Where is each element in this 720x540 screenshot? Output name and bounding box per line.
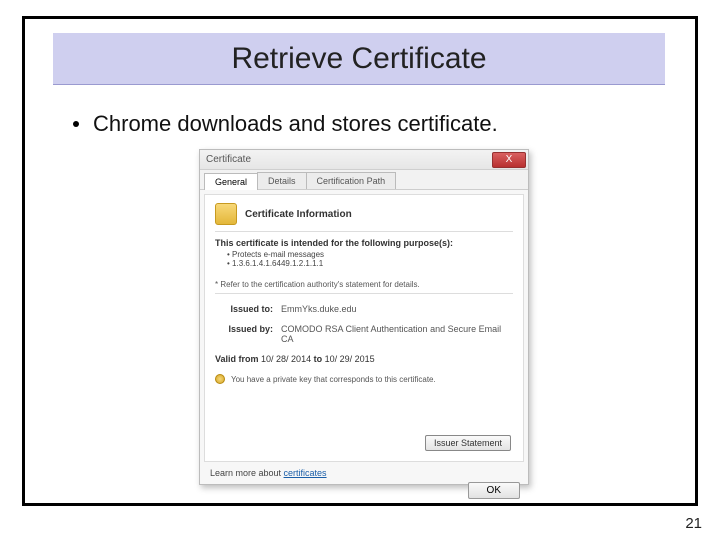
authority-footnote: * Refer to the certification authority's… xyxy=(215,280,513,289)
info-heading: Certificate Information xyxy=(245,209,352,220)
issued-to-row: Issued to: EmmYks.duke.edu xyxy=(215,304,513,314)
certificate-icon xyxy=(215,203,237,225)
valid-to: 10/ 29/ 2015 xyxy=(325,354,375,364)
title-band: Retrieve Certificate xyxy=(53,33,665,85)
valid-from: 10/ 28/ 2014 xyxy=(261,354,311,364)
valid-to-word: to xyxy=(314,354,323,364)
dialog-body: Certificate Information This certificate… xyxy=(204,194,524,462)
certificate-dialog: Certificate X General Details Certificat… xyxy=(199,149,529,485)
purpose-intro: This certificate is intended for the fol… xyxy=(215,238,513,248)
tab-details[interactable]: Details xyxy=(257,172,307,189)
purpose-item: • Protects e-mail messages xyxy=(227,250,513,259)
issued-to-label: Issued to: xyxy=(215,304,273,314)
purpose-item: • 1.3.6.1.4.1.6449.1.2.1.1.1 xyxy=(227,259,513,268)
certificates-link[interactable]: certificates xyxy=(284,468,327,478)
ok-button[interactable]: OK xyxy=(468,482,520,499)
slide-frame: Retrieve Certificate Chrome downloads an… xyxy=(22,16,698,506)
learn-more-line: Learn more about certificates xyxy=(200,466,528,478)
divider xyxy=(215,231,513,232)
close-button[interactable]: X xyxy=(492,152,526,168)
issued-by-row: Issued by: COMODO RSA Client Authenticat… xyxy=(215,324,513,344)
tab-general[interactable]: General xyxy=(204,173,258,190)
tab-certification-path[interactable]: Certification Path xyxy=(306,172,397,189)
slide-title: Retrieve Certificate xyxy=(231,42,486,76)
issued-by-label: Issued by: xyxy=(215,324,273,344)
bullet-text: Chrome downloads and stores certificate. xyxy=(93,111,498,137)
learn-more-prefix: Learn more about xyxy=(210,468,284,478)
valid-label: Valid from xyxy=(215,354,259,364)
bullet-row: Chrome downloads and stores certificate. xyxy=(73,111,498,137)
dialog-footer: OK xyxy=(200,478,528,499)
bullet-dot-icon xyxy=(73,121,79,127)
tab-strip: General Details Certification Path xyxy=(200,170,528,190)
issuer-statement-button[interactable]: Issuer Statement xyxy=(425,435,511,451)
dialog-titlebar: Certificate X xyxy=(200,150,528,170)
key-icon xyxy=(215,374,225,384)
issued-by-value: COMODO RSA Client Authentication and Sec… xyxy=(281,324,513,344)
dialog-title: Certificate xyxy=(206,154,251,165)
info-header: Certificate Information xyxy=(215,203,513,225)
private-key-text: You have a private key that corresponds … xyxy=(231,375,436,384)
issued-to-value: EmmYks.duke.edu xyxy=(281,304,513,314)
purpose-list: • Protects e-mail messages • 1.3.6.1.4.1… xyxy=(227,250,513,268)
valid-row: Valid from 10/ 28/ 2014 to 10/ 29/ 2015 xyxy=(215,354,513,364)
divider xyxy=(215,293,513,294)
slide-number: 21 xyxy=(685,515,702,532)
private-key-line: You have a private key that corresponds … xyxy=(215,374,513,384)
